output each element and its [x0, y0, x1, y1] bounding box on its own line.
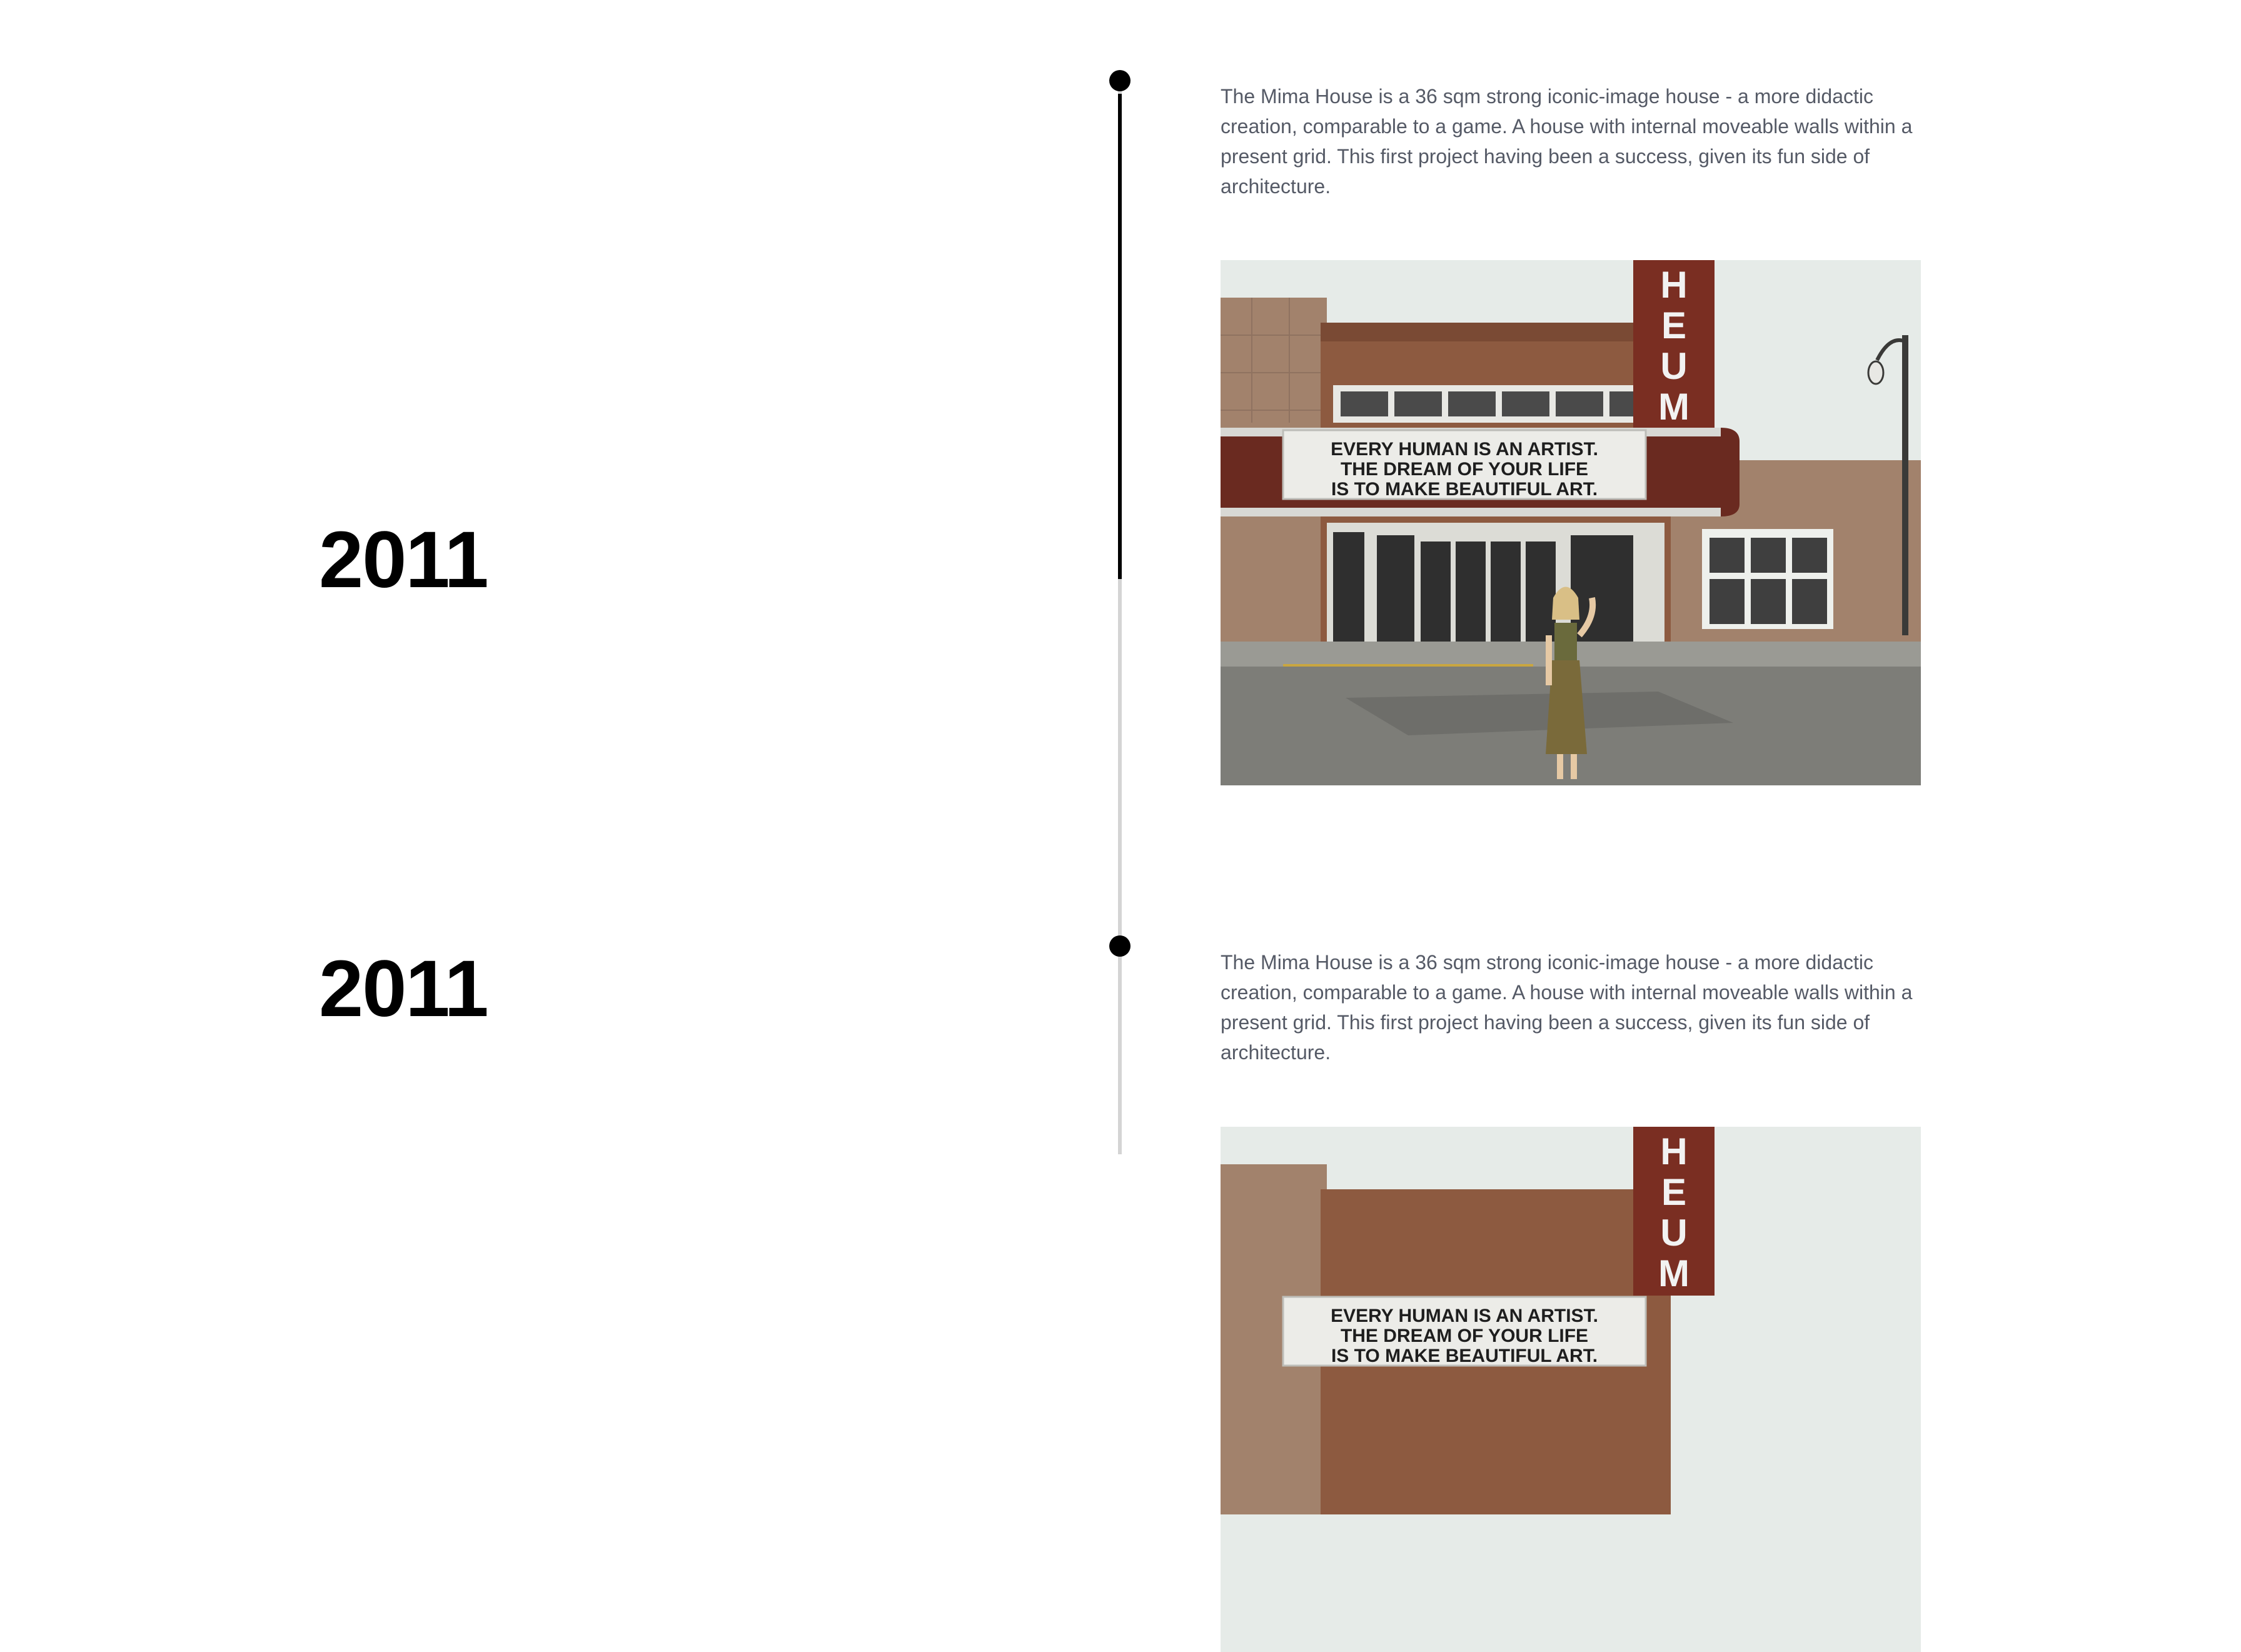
- theater-photo: H E U M EVERY HUMAN IS AN ARTIST. THE DR…: [1221, 1127, 1921, 1652]
- marquee-line: IS TO MAKE BEAUTIFUL ART.: [1331, 1346, 1598, 1366]
- timeline-year: 2011: [319, 515, 489, 605]
- timeline-dot: [1109, 70, 1131, 91]
- marquee-line: THE DREAM OF YOUR LIFE: [1341, 459, 1588, 480]
- sign-letter: M: [1658, 386, 1690, 428]
- timeline-description: The Mima House is a 36 sqm strong iconic…: [1221, 85, 1913, 198]
- sign-letter: U: [1660, 345, 1687, 387]
- timeline-dot: [1109, 935, 1131, 957]
- marquee-line: EVERY HUMAN IS AN ARTIST.: [1331, 439, 1598, 460]
- sign-letter: H: [1660, 264, 1687, 306]
- sign-letter: H: [1660, 1131, 1687, 1172]
- marquee-line: IS TO MAKE BEAUTIFUL ART.: [1331, 479, 1598, 500]
- timeline-year: 2011: [319, 944, 489, 1034]
- timeline-description: The Mima House is a 36 sqm strong iconic…: [1221, 951, 1913, 1064]
- sign-letter: M: [1658, 1252, 1690, 1294]
- theater-photo: H E U M EVERY HUMAN IS AN ARTIST. THE DR…: [1221, 260, 1921, 785]
- sign-letter: E: [1661, 305, 1686, 346]
- marquee-line: EVERY HUMAN IS AN ARTIST.: [1331, 1306, 1598, 1326]
- sign-letter: E: [1661, 1171, 1686, 1213]
- sign-letter: U: [1660, 1212, 1687, 1254]
- timeline-progress: [1118, 94, 1122, 579]
- marquee-line: THE DREAM OF YOUR LIFE: [1341, 1326, 1588, 1346]
